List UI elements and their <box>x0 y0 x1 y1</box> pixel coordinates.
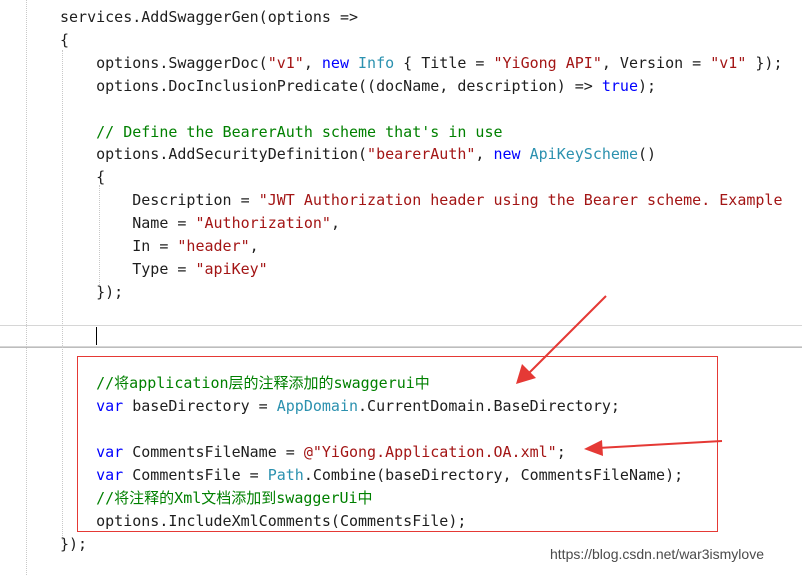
arrow-pointing-comment <box>516 295 607 384</box>
arrow-pointing-xml-filename <box>584 440 723 456</box>
watermark-url: https://blog.csdn.net/war3ismylove <box>550 546 764 562</box>
annotation-arrows <box>516 295 723 456</box>
code-editor[interactable]: services.AddSwaggerGen(options =>{ optio… <box>0 0 802 575</box>
